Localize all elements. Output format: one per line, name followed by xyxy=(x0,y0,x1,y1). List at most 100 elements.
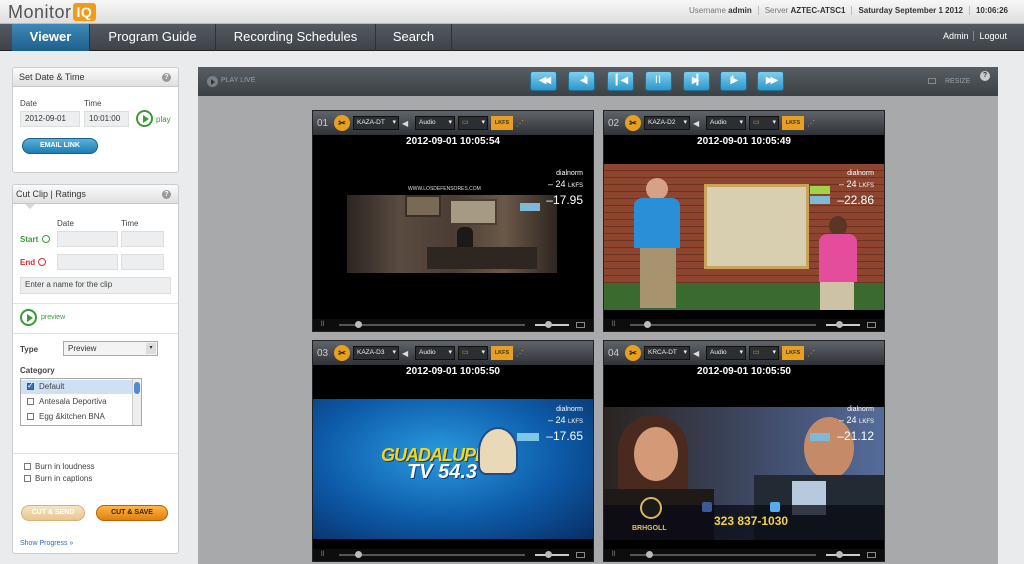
burn-captions-checkbox[interactable] xyxy=(24,475,31,482)
end-record-icon[interactable] xyxy=(38,258,46,266)
seek-track[interactable] xyxy=(339,324,525,326)
play-icon[interactable] xyxy=(136,110,153,127)
volume-knob[interactable] xyxy=(545,321,552,328)
tab-viewer[interactable]: Viewer xyxy=(12,24,90,51)
speaker-icon[interactable]: ◀ xyxy=(402,349,412,358)
audio-select[interactable]: Audio xyxy=(415,116,455,130)
scroll-thumb[interactable] xyxy=(134,382,140,394)
category-item[interactable]: Default xyxy=(39,382,64,391)
tab-ratings[interactable]: Ratings xyxy=(55,189,86,199)
play-live-label[interactable]: PLAY LIVE xyxy=(221,77,255,84)
help-icon[interactable]: ? xyxy=(162,190,171,199)
app-logo[interactable]: Monitor IQ xyxy=(8,1,97,23)
step-back-icon[interactable]: ◀ll xyxy=(568,71,595,91)
end-time-input[interactable] xyxy=(121,254,164,270)
tab-program-guide[interactable]: Program Guide xyxy=(90,24,216,51)
pause-icon[interactable]: ll xyxy=(612,551,615,558)
admin-link[interactable]: Admin xyxy=(937,31,975,41)
cut-save-button[interactable]: CUT & SAVE xyxy=(96,505,168,521)
pause-icon[interactable]: ll xyxy=(645,71,672,91)
clip-name-input[interactable]: Enter a name for the clip xyxy=(20,277,171,294)
volume-knob[interactable] xyxy=(836,321,843,328)
logout-link[interactable]: Logout xyxy=(974,31,1012,41)
loudness-graph-icon[interactable]: ⋰ xyxy=(516,349,524,358)
volume-knob[interactable] xyxy=(545,551,552,558)
category-checkbox-antesala[interactable] xyxy=(27,398,34,405)
help-icon[interactable]: ? xyxy=(162,73,171,82)
seek-knob[interactable] xyxy=(355,321,362,328)
category-list[interactable]: Default Antesala Deportiva Egg &kitchen … xyxy=(20,378,142,426)
clip-icon[interactable]: ✂ xyxy=(334,345,350,361)
pause-icon[interactable]: ll xyxy=(612,321,615,328)
seek-knob[interactable] xyxy=(644,321,651,328)
play-live-icon[interactable] xyxy=(207,76,218,87)
forward-fast-icon[interactable]: ▶▶ xyxy=(757,71,784,91)
caption-icon[interactable]: ▭ xyxy=(749,346,779,360)
speaker-icon[interactable]: ◀ xyxy=(402,119,412,128)
audio-select[interactable]: Audio xyxy=(706,116,746,130)
start-date-input[interactable] xyxy=(57,231,118,247)
clip-icon[interactable]: ✂ xyxy=(625,345,641,361)
speaker-icon[interactable]: ◀ xyxy=(693,349,703,358)
lkfs-button[interactable]: LKFS xyxy=(491,116,513,130)
loudness-graph-icon[interactable]: ⋰ xyxy=(807,349,815,358)
category-checkbox-default[interactable] xyxy=(27,381,34,390)
volume-track[interactable] xyxy=(826,554,860,556)
type-select[interactable]: Preview ▾ xyxy=(63,341,158,356)
resize-icon[interactable] xyxy=(928,78,936,84)
fullscreen-icon[interactable] xyxy=(867,322,876,328)
volume-knob[interactable] xyxy=(836,551,843,558)
burn-loudness-checkbox[interactable] xyxy=(24,463,31,470)
tab-recording-schedules[interactable]: Recording Schedules xyxy=(216,24,376,51)
seek-track[interactable] xyxy=(339,554,525,556)
tab-cut-clip[interactable]: Cut Clip xyxy=(16,189,48,199)
clip-icon[interactable]: ✂ xyxy=(334,115,350,131)
end-date-input[interactable] xyxy=(57,254,118,270)
resize-label[interactable]: RESIZE xyxy=(945,78,970,85)
preview-play-icon[interactable] xyxy=(20,309,37,326)
seek-knob[interactable] xyxy=(646,551,653,558)
email-link-button[interactable]: EMAIL LINK xyxy=(22,138,98,154)
preview-label[interactable]: preview xyxy=(41,314,65,321)
frame-forward-icon[interactable]: ▶▎ xyxy=(683,71,710,91)
category-item[interactable]: Egg &kitchen BNA xyxy=(39,412,105,421)
loudness-graph-icon[interactable]: ⋰ xyxy=(516,119,524,128)
start-time-input[interactable] xyxy=(121,231,164,247)
lkfs-button[interactable]: LKFS xyxy=(782,116,804,130)
lkfs-button[interactable]: LKFS xyxy=(782,346,804,360)
frame-back-icon[interactable]: ▎◀ xyxy=(607,71,634,91)
audio-select[interactable]: Audio xyxy=(415,346,455,360)
volume-track[interactable] xyxy=(535,554,569,556)
caption-icon[interactable]: ▭ xyxy=(458,116,488,130)
fullscreen-icon[interactable] xyxy=(576,552,585,558)
speaker-icon[interactable]: ◀ xyxy=(693,119,703,128)
channel-select[interactable]: KAZA-D2 xyxy=(644,116,690,130)
category-scrollbar[interactable] xyxy=(132,379,141,425)
pause-icon[interactable]: ll xyxy=(321,551,324,558)
channel-select[interactable]: KAZA-DT xyxy=(353,116,399,130)
rewind-fast-icon[interactable]: ◀◀ xyxy=(530,71,557,91)
channel-select[interactable]: KRCA-DT xyxy=(644,346,690,360)
time-input[interactable]: 10:01:00 xyxy=(84,111,129,127)
loudness-graph-icon[interactable]: ⋰ xyxy=(807,119,815,128)
help-icon[interactable]: ? xyxy=(980,71,990,81)
clip-icon[interactable]: ✂ xyxy=(625,115,641,131)
audio-select[interactable]: Audio xyxy=(706,346,746,360)
caption-icon[interactable]: ▭ xyxy=(749,116,779,130)
tab-search[interactable]: Search xyxy=(376,24,452,51)
channel-select[interactable]: KAZA-D3 xyxy=(353,346,399,360)
show-progress-link[interactable]: Show Progress » xyxy=(20,540,73,547)
fullscreen-icon[interactable] xyxy=(867,552,876,558)
category-item[interactable]: Antesala Deportiva xyxy=(39,397,107,406)
play-label[interactable]: play xyxy=(156,115,171,124)
category-checkbox-egg-kitchen[interactable] xyxy=(27,413,34,420)
fullscreen-icon[interactable] xyxy=(576,322,585,328)
volume-track[interactable] xyxy=(826,324,860,326)
start-play-icon[interactable] xyxy=(42,235,50,243)
cut-send-button[interactable]: CUT & SEND xyxy=(21,505,85,521)
seek-knob[interactable] xyxy=(355,551,362,558)
seek-track[interactable] xyxy=(630,554,816,556)
seek-track[interactable] xyxy=(630,324,816,326)
step-forward-icon[interactable]: ll▶ xyxy=(720,71,747,91)
date-input[interactable]: 2012-09-01 xyxy=(20,111,80,127)
